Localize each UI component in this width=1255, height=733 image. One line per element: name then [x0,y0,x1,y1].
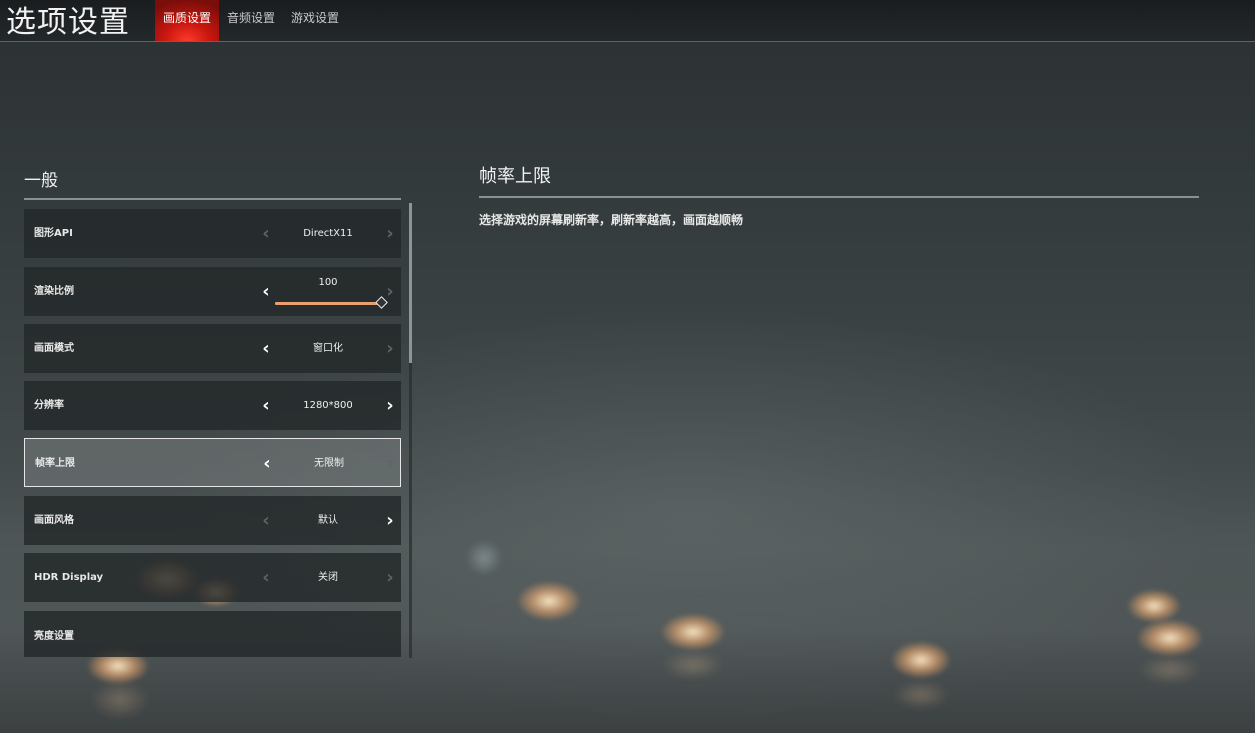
setting-label: 亮度设置 [34,631,74,642]
setting-row-picture-style[interactable]: 画面风格 ‹ 默认 › [24,496,401,545]
setting-value: 窗口化 [313,343,343,354]
setting-label: HDR Display [34,572,104,583]
floating-lantern [518,582,580,620]
game-settings-screen: 选项设置 画质设置 音频设置 游戏设置 一般 图形API ‹ DirectX11… [0,0,1255,733]
description-divider [479,196,1199,198]
setting-label: 画面风格 [34,515,74,526]
chevron-left-icon[interactable]: ‹ [256,553,276,602]
setting-value: 1280*800 [303,400,353,411]
chevron-left-icon[interactable]: ‹ [256,267,276,316]
setting-row-hdr-display[interactable]: HDR Display ‹ 关闭 › [24,553,401,602]
lantern-reflection [1138,655,1202,685]
lantern-reflection [90,680,150,720]
setting-value: 默认 [318,515,338,526]
chevron-left-icon[interactable]: ‹ [256,381,276,430]
chevron-right-icon[interactable]: › [380,267,400,316]
chevron-right-icon[interactable]: › [380,496,400,545]
lantern-reflection [892,680,950,710]
setting-label: 画面模式 [34,343,74,354]
setting-value: 100 [318,277,338,288]
setting-value: 无限制 [314,458,344,469]
setting-row-resolution[interactable]: 分辨率 ‹ 1280*800 › [24,381,401,430]
setting-value: DirectX11 [303,228,353,239]
chevron-right-icon[interactable]: › [380,553,400,602]
description-title: 帧率上限 [479,166,551,187]
scrollbar-thumb[interactable] [409,203,412,363]
floating-lantern [1138,620,1202,656]
chevron-left-icon[interactable]: ‹ [256,324,276,373]
background-orb [466,540,502,576]
chevron-right-icon[interactable]: › [380,381,400,430]
floating-lantern [1128,590,1180,622]
setting-label: 分辨率 [34,400,64,411]
setting-row-frame-rate-limit[interactable]: 帧率上限 ‹ 无限制 › [24,438,401,487]
setting-row-brightness[interactable]: 亮度设置 [24,611,401,657]
render-scale-slider[interactable] [275,302,381,305]
setting-label: 图形API [34,228,73,239]
page-title: 选项设置 [6,5,130,40]
chevron-left-icon[interactable]: ‹ [257,439,277,488]
setting-label: 帧率上限 [35,458,75,469]
chevron-left-icon[interactable]: ‹ [256,496,276,545]
chevron-right-icon[interactable]: › [380,324,400,373]
floating-lantern [662,614,724,650]
description-text: 选择游戏的屏幕刷新率，刷新率越高，画面越顺畅 [479,213,744,227]
tab-game[interactable]: 游戏设置 [286,0,344,41]
setting-label: 渲染比例 [34,286,74,297]
tab-graphics[interactable]: 画质设置 [155,0,219,41]
setting-row-graphics-api[interactable]: 图形API ‹ DirectX11 › [24,209,401,258]
top-bar: 选项设置 画质设置 音频设置 游戏设置 [0,0,1255,42]
lantern-reflection [662,650,724,680]
settings-scrollbar[interactable] [409,203,412,658]
tab-audio[interactable]: 音频设置 [222,0,280,41]
setting-row-display-mode[interactable]: 画面模式 ‹ 窗口化 › [24,324,401,373]
chevron-right-icon[interactable]: › [381,439,401,488]
setting-value: 关闭 [318,572,338,583]
setting-row-render-scale[interactable]: 渲染比例 ‹ 100 › [24,267,401,316]
floating-lantern [892,642,950,678]
chevron-right-icon[interactable]: › [380,209,400,258]
section-divider [24,198,401,200]
chevron-left-icon[interactable]: ‹ [256,209,276,258]
section-title: 一般 [24,171,58,191]
